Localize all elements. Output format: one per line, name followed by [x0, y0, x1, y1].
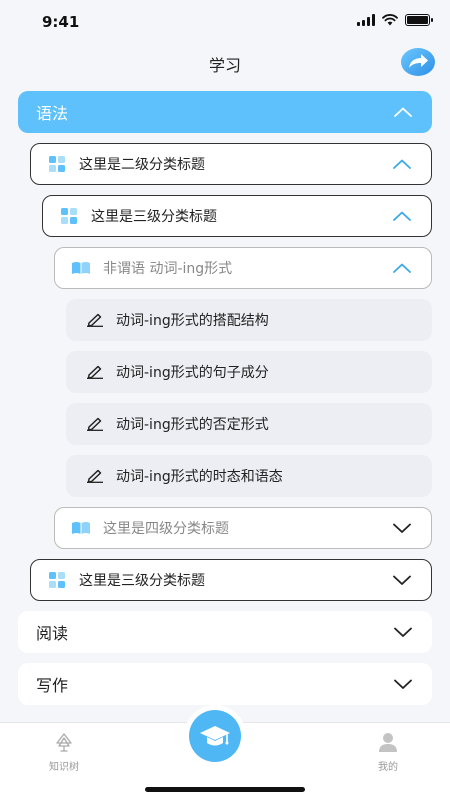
tree-level2-item[interactable]: 这里是二级分类标题: [30, 143, 432, 185]
lesson-item[interactable]: 动词-ing形式的句子成分: [66, 351, 432, 393]
pen-icon: [86, 417, 104, 431]
home-indicator: [145, 787, 305, 792]
section-grammar[interactable]: 语法: [18, 91, 432, 133]
book-icon: [71, 261, 91, 275]
tab-me[interactable]: 我的: [343, 723, 433, 773]
tree-level4-label: 非谓语 动词-ing形式: [103, 261, 233, 277]
book-icon: [71, 521, 91, 535]
section-writing[interactable]: 写作: [18, 663, 432, 705]
section-reading[interactable]: 阅读: [18, 611, 432, 653]
lesson-label: 动词-ing形式的句子成分: [116, 365, 269, 381]
chevron-up-icon: [393, 263, 411, 273]
battery-icon: [405, 14, 433, 26]
tab-knowledge-tree-label: 知识树: [49, 762, 79, 773]
user-icon: [379, 733, 397, 752]
status-time: 9:41: [42, 13, 80, 31]
tree-level3-label: 这里是三级分类标题: [79, 573, 205, 589]
tree-level3-item[interactable]: 这里是三级分类标题: [30, 559, 432, 601]
tree-level3-item[interactable]: 这里是三级分类标题: [42, 195, 432, 237]
chevron-up-icon: [393, 211, 411, 221]
lesson-item[interactable]: 动词-ing形式的否定形式: [66, 403, 432, 445]
tree-level4-label: 这里是四级分类标题: [103, 521, 229, 537]
wifi-icon: [382, 14, 398, 26]
share-icon: [401, 48, 435, 76]
tree-level4-item[interactable]: 非谓语 动词-ing形式: [54, 247, 432, 289]
section-grammar-label: 语法: [36, 104, 69, 123]
lesson-label: 动词-ing形式的时态和语态: [116, 469, 283, 485]
share-button[interactable]: [400, 47, 436, 77]
status-bar: 9:41: [0, 0, 450, 44]
signal-icon: [357, 14, 375, 26]
tab-knowledge-tree[interactable]: 知识树: [19, 723, 109, 773]
tab-me-label: 我的: [378, 762, 398, 773]
lesson-item[interactable]: 动词-ing形式的时态和语态: [66, 455, 432, 497]
page-title: 学习: [208, 56, 241, 75]
graduation-cap-icon: [200, 726, 230, 746]
category-grid-icon: [61, 208, 77, 224]
chevron-up-icon: [394, 107, 412, 117]
chevron-up-icon: [393, 159, 411, 169]
pen-icon: [86, 365, 104, 379]
lesson-label: 动词-ing形式的搭配结构: [116, 313, 269, 329]
section-writing-label: 写作: [36, 676, 69, 695]
study-tab-icon-button[interactable]: [189, 710, 241, 762]
chevron-down-icon: [394, 679, 412, 689]
category-grid-icon: [49, 572, 65, 588]
lesson-label: 动词-ing形式的否定形式: [116, 417, 269, 433]
status-icons: [357, 14, 433, 26]
chevron-down-icon: [394, 627, 412, 637]
category-grid-icon: [49, 156, 65, 172]
lesson-item[interactable]: 动词-ing形式的搭配结构: [66, 299, 432, 341]
tree-level4-item[interactable]: 这里是四级分类标题: [54, 507, 432, 549]
tree-level2-label: 这里是二级分类标题: [79, 157, 205, 173]
chevron-down-icon: [393, 523, 411, 533]
chevron-down-icon: [393, 575, 411, 585]
section-reading-label: 阅读: [36, 624, 69, 643]
pen-icon: [86, 469, 104, 483]
pen-icon: [86, 313, 104, 327]
tree-level3-label: 这里是三级分类标题: [91, 209, 217, 225]
tree-icon: [56, 733, 72, 752]
